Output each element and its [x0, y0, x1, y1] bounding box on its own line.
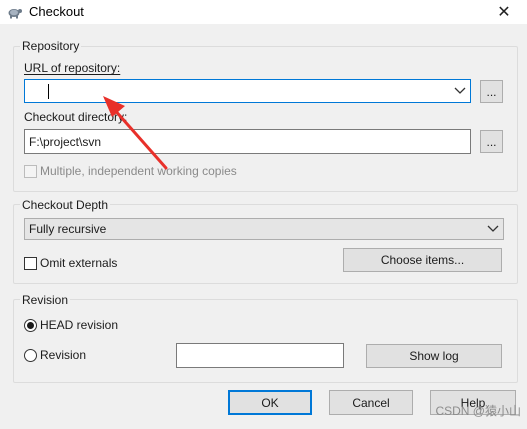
revision-input[interactable]: [176, 343, 344, 368]
omit-externals-label: Omit externals: [40, 256, 118, 270]
checkout-depth-select[interactable]: Fully recursive: [24, 218, 504, 240]
head-revision-radio[interactable]: [24, 319, 37, 332]
checkout-depth-value: Fully recursive: [29, 222, 107, 236]
checkout-directory-value: F:\project\svn: [29, 134, 102, 149]
ok-button[interactable]: OK: [228, 390, 312, 415]
revision-group: [13, 299, 518, 383]
url-browse-button[interactable]: ...: [480, 80, 503, 103]
tortoise-icon: [8, 9, 22, 19]
url-combobox[interactable]: [24, 79, 471, 103]
checkout-directory-browse-button[interactable]: ...: [480, 130, 503, 153]
close-icon: ✕: [497, 4, 511, 21]
text-caret: [48, 84, 49, 99]
checkout-directory-label: Checkout directory:: [24, 110, 128, 124]
checkout-depth-group-title: Checkout Depth: [20, 198, 111, 212]
repository-group-title: Repository: [20, 39, 82, 53]
checkout-directory-input[interactable]: F:\project\svn: [24, 129, 471, 154]
revision-radio[interactable]: [24, 349, 37, 362]
revision-label: Revision: [40, 348, 87, 362]
multiple-copies-label: Multiple, independent working copies: [40, 164, 237, 178]
window-title: Checkout: [29, 4, 84, 19]
head-revision-label: HEAD revision: [40, 318, 119, 332]
chevron-down-icon[interactable]: [487, 225, 499, 233]
title-bar: Checkout ✕: [0, 0, 527, 24]
url-label: URL of repository:: [24, 61, 121, 75]
choose-items-button[interactable]: Choose items...: [343, 248, 502, 272]
chevron-down-icon[interactable]: [454, 87, 466, 95]
revision-group-title: Revision: [20, 293, 71, 307]
cancel-button[interactable]: Cancel: [329, 390, 413, 415]
close-button[interactable]: ✕: [481, 0, 527, 24]
show-log-button[interactable]: Show log: [366, 344, 502, 368]
omit-externals-checkbox[interactable]: [24, 257, 37, 270]
watermark-text: CSDN @猿小山: [435, 404, 521, 418]
multiple-copies-checkbox[interactable]: [24, 165, 37, 178]
checkout-depth-group: [13, 204, 518, 284]
